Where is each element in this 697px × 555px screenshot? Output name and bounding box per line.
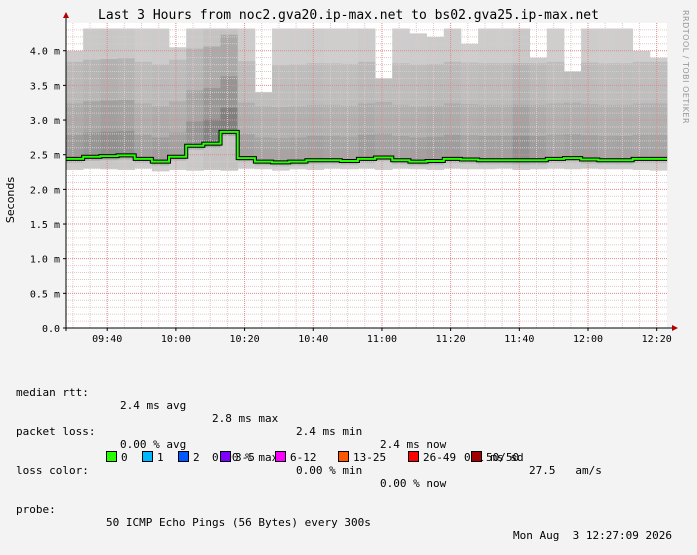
smoke-column (151, 28, 170, 172)
smokeping-graph: Last 3 Hours from noc2.gva20.ip-max.net … (0, 0, 697, 542)
median-rtt-row: median rtt: 2.4 ms avg 2.8 ms max 2.4 ms… (16, 373, 696, 477)
y-tick-label: 0.0 (42, 324, 60, 335)
timestamp: Mon Aug 3 12:27:09 2026 (513, 529, 672, 542)
x-tick-label: 11:00 (367, 334, 397, 345)
smoke-column (426, 36, 445, 170)
smoke-column (340, 28, 359, 170)
loss-color-item: 0 (106, 451, 128, 464)
loss-color-swatch (178, 451, 189, 462)
y-axis-arrow (63, 12, 69, 18)
y-tick-label: 4.0 m (30, 47, 60, 58)
smoke-column (546, 28, 565, 169)
x-tick-label: 11:40 (504, 334, 534, 345)
x-tick-label: 12:00 (573, 334, 603, 345)
loss-color-text: 26-49 (423, 451, 457, 464)
loss-avg: 0.00 % avg (120, 438, 187, 451)
median-avg: 2.4 ms avg (120, 399, 187, 412)
smoke-column (632, 50, 651, 170)
smoke-column (512, 28, 531, 170)
loss-color-swatch (142, 451, 153, 462)
median-ams: 27.5 am/s (529, 464, 602, 477)
loss-color-row: loss color: 0 1 2 3-5 6-12 13-25 26-49 50/50 (16, 451, 696, 477)
smoke-column (649, 57, 668, 171)
loss-color-label: loss color: (16, 464, 89, 477)
x-tick-label: 12:20 (642, 334, 672, 345)
y-tick-label: 2.5 m (30, 151, 60, 162)
loss-color-swatch (471, 451, 482, 462)
smoke-column (220, 28, 239, 171)
y-tick-label: 2.0 m (30, 185, 60, 196)
median-now: 2.4 ms now (380, 438, 447, 451)
loss-color-text: 1 (157, 451, 164, 464)
loss-color-swatch (275, 451, 286, 462)
x-tick-label: 10:00 (161, 334, 191, 345)
smoke-column (306, 28, 324, 170)
loss-color-swatch (220, 451, 231, 462)
smoke-column (460, 43, 479, 170)
smoke-column (254, 92, 273, 170)
loss-color-item: 6-12 (275, 451, 317, 464)
median-rtt-label: median rtt: (16, 386, 89, 399)
legend: median rtt: 2.4 ms avg 2.8 ms max 2.4 ms… (16, 347, 696, 542)
x-tick-label: 11:20 (436, 334, 466, 345)
loss-color-text: 50/50 (486, 451, 520, 464)
x-axis-arrow (672, 325, 678, 331)
loss-color-swatch (338, 451, 349, 462)
loss-color-item: 1 (142, 451, 164, 464)
loss-color-item: 3-5 (220, 451, 255, 464)
smoke-column (409, 33, 427, 170)
loss-color-item: 13-25 (338, 451, 386, 464)
loss-color-text: 0 (121, 451, 128, 464)
loss-now: 0.00 % now (380, 477, 447, 490)
y-tick-label: 3.0 m (30, 116, 60, 127)
loss-color-text: 6-12 (290, 451, 317, 464)
probe-label: probe: (16, 503, 56, 516)
loss-color-swatch (408, 451, 419, 462)
probe-row: probe: 50 ICMP Echo Pings (56 Bytes) eve… (16, 490, 696, 542)
median-min: 2.4 ms min (296, 425, 363, 438)
y-tick-label: 3.5 m (30, 81, 60, 92)
plot-area: 0.0 0.5 m 1.0 m 1.5 m 2.0 m 2.5 m 3.0 m 3.5 m 4.… (30, 12, 678, 345)
loss-color-item: 26-49 (408, 451, 456, 464)
smoke-column (169, 47, 187, 170)
y-tick-label: 0.5 m (30, 289, 60, 300)
x-tick-label: 10:20 (230, 334, 260, 345)
loss-color-item: 50/50 (471, 451, 519, 464)
loss-color-text: 13-25 (353, 451, 387, 464)
loss-color-text: 2 (193, 451, 200, 464)
smoke-column (66, 50, 84, 170)
loss-color-text: 3-5 (235, 451, 255, 464)
packet-loss-row: packet loss: 0.00 % avg 0.00 % max 0.00 … (16, 412, 696, 490)
packet-loss-label: packet loss: (16, 425, 96, 438)
y-tick-label: 1.5 m (30, 220, 60, 231)
y-tick-label: 1.0 m (30, 255, 60, 266)
x-tick-label: 09:40 (92, 334, 122, 345)
x-tick-label: 10:40 (298, 334, 328, 345)
probe-description: 50 ICMP Echo Pings (56 Bytes) every 300s (106, 516, 371, 529)
loss-color-swatch (106, 451, 117, 462)
loss-color-item: 2 (178, 451, 200, 464)
smoke-column (134, 28, 153, 169)
loss-min: 0.00 % min (296, 464, 363, 477)
